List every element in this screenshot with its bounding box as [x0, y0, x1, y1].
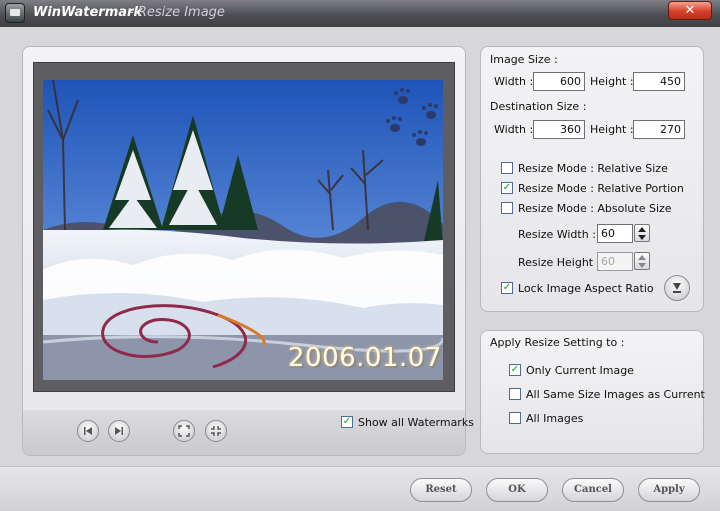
spin-down-icon[interactable]	[638, 235, 646, 240]
first-page-icon	[84, 427, 92, 435]
first-image-button[interactable]	[77, 420, 99, 442]
image-width-label: Width :	[494, 75, 534, 88]
all-same-size-images-checkbox[interactable]	[509, 388, 521, 400]
resize-mode-absolute-size-checkbox[interactable]	[501, 202, 513, 214]
only-current-image-label: Only Current Image	[526, 364, 634, 377]
show-all-watermarks-checkbox[interactable]: ✓	[341, 416, 353, 428]
all-images-label: All Images	[526, 412, 584, 425]
check-mark: ✓	[502, 182, 512, 193]
actual-size-icon	[211, 426, 221, 436]
spin-up-icon[interactable]	[638, 255, 646, 260]
all-images-checkbox[interactable]	[509, 412, 521, 424]
lock-aspect-ratio-label: Lock Image Aspect Ratio	[518, 282, 654, 295]
image-width-field[interactable]: 600	[533, 72, 585, 91]
image-height-label: Height :	[590, 75, 634, 88]
check-mark: ✓	[342, 416, 352, 427]
resize-height-label: Resize Height :	[518, 256, 601, 269]
preview-image	[43, 80, 443, 380]
resize-height-field[interactable]: 60	[597, 252, 633, 271]
destination-size-heading: Destination Size :	[490, 100, 587, 113]
date-stamp-watermark: 2006.01.07	[288, 343, 442, 373]
close-icon: ✕	[684, 3, 696, 18]
next-page-icon	[115, 427, 123, 435]
spin-up-icon[interactable]	[638, 227, 646, 232]
app-title: WinWatermark	[33, 5, 143, 20]
resize-mode-relative-portion-checkbox[interactable]: ✓	[501, 182, 513, 194]
spin-down-icon[interactable]	[638, 263, 646, 268]
image-size-heading: Image Size :	[490, 53, 558, 66]
download-arrow-button[interactable]	[664, 275, 690, 301]
destination-width-field[interactable]: 360	[533, 120, 585, 139]
check-mark: ✓	[510, 364, 520, 375]
reset-button[interactable]: Reset	[410, 478, 472, 502]
close-button[interactable]: ✕	[668, 1, 712, 20]
show-all-watermarks-label: Show all Watermarks	[358, 416, 474, 429]
actual-size-button[interactable]	[205, 420, 227, 442]
fit-window-icon	[178, 425, 190, 437]
resize-mode-relative-portion-label: Resize Mode : Relative Portion	[518, 182, 684, 195]
apply-heading: Apply Resize Setting to :	[490, 336, 625, 349]
resize-width-stepper[interactable]	[634, 224, 650, 242]
cancel-button[interactable]: Cancel	[562, 478, 624, 502]
resize-width-label: Resize Width :	[518, 228, 596, 241]
app-icon	[5, 3, 25, 23]
apply-button[interactable]: Apply	[638, 478, 700, 502]
check-mark: ✓	[502, 282, 512, 293]
lock-aspect-ratio-checkbox[interactable]: ✓	[501, 282, 513, 294]
resize-width-field[interactable]: 60	[597, 224, 633, 243]
resize-mode-relative-size-checkbox[interactable]	[501, 162, 513, 174]
only-current-image-checkbox[interactable]: ✓	[509, 364, 521, 376]
resize-mode-absolute-size-label: Resize Mode : Absolute Size	[518, 202, 672, 215]
all-same-size-images-label: All Same Size Images as Current	[526, 388, 705, 401]
destination-height-label: Height :	[590, 123, 634, 136]
resize-height-stepper[interactable]	[634, 252, 650, 270]
image-height-field[interactable]: 450	[633, 72, 685, 91]
window-subtitle: - Resize Image	[129, 5, 225, 20]
ok-button[interactable]: OK	[486, 478, 548, 502]
destination-height-field[interactable]: 270	[633, 120, 685, 139]
destination-width-label: Width :	[494, 123, 534, 136]
fit-window-button[interactable]	[173, 420, 195, 442]
next-image-button[interactable]	[108, 420, 130, 442]
resize-mode-relative-size-label: Resize Mode : Relative Size	[518, 162, 668, 175]
